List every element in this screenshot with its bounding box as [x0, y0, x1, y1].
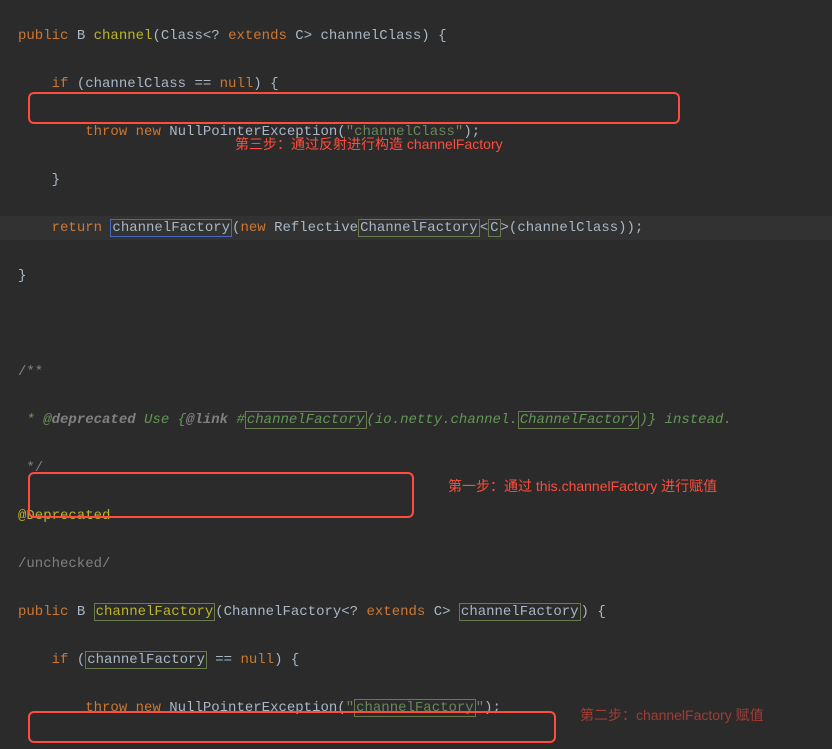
code-line: } [0, 264, 832, 288]
channelFactory-call: channelFactory [110, 219, 232, 237]
suppress-comment: /unchecked/ [0, 552, 832, 576]
code-line: public B channel(Class<? extends C> chan… [0, 24, 832, 48]
code-line: throw new NullPointerException("channelF… [0, 696, 832, 720]
javadoc: */ [0, 456, 832, 480]
code-line: public B channelFactory(ChannelFactory<?… [0, 600, 832, 624]
code-line: if (channelFactory == null) { [0, 648, 832, 672]
code-line-highlighted: return channelFactory(new ReflectiveChan… [0, 216, 832, 240]
code-editor[interactable]: public B channel(Class<? extends C> chan… [0, 0, 832, 749]
code-line: if (channelClass == null) { [0, 72, 832, 96]
annotation: @Deprecated [0, 504, 832, 528]
javadoc: * @deprecated Use {@link #channelFactory… [0, 408, 832, 432]
javadoc: /** [0, 360, 832, 384]
code-line: throw new NullPointerException("channelC… [0, 120, 832, 144]
code-line: } [0, 744, 832, 749]
code-line: } [0, 168, 832, 192]
blank-line [0, 312, 832, 336]
